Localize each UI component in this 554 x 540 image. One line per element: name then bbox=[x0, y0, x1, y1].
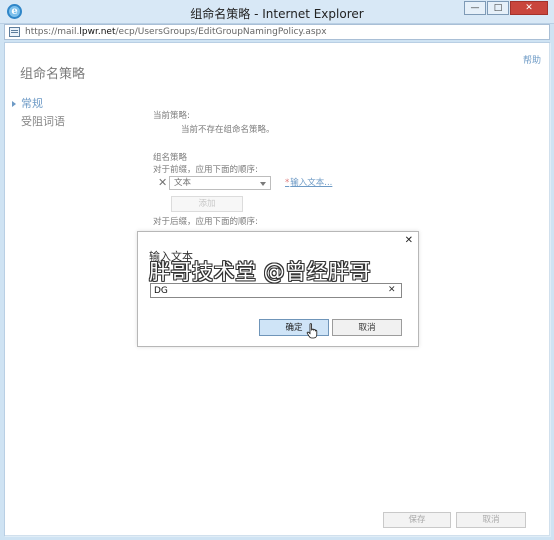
close-window-button[interactable]: ✕ bbox=[510, 1, 548, 15]
address-bar[interactable]: https://mail.lpwr.net/ecp/UsersGroups/Ed… bbox=[4, 24, 550, 40]
enter-text-dialog: ✕ 输入文本 ✕ 确定 取消 bbox=[137, 231, 419, 347]
window-controls: — □ ✕ bbox=[463, 1, 548, 15]
url-domain: lpwr.net bbox=[79, 27, 116, 37]
clear-input-icon[interactable]: ✕ bbox=[388, 285, 396, 295]
save-button[interactable]: 保存 bbox=[383, 512, 451, 528]
url-prefix: https://mail. bbox=[25, 27, 80, 37]
url-path: /ecp/UsersGroups/EditGroupNamingPolicy.a… bbox=[115, 27, 327, 37]
page-content: 帮助 组命名策略 常规 受阻词语 当前策略: 当前不存在组命名策略。 组名策略 … bbox=[4, 42, 551, 537]
hand-cursor-icon bbox=[306, 323, 318, 339]
page-cancel-button[interactable]: 取消 bbox=[456, 512, 526, 528]
watermark-text: 胖哥技术堂 @曾经胖哥 bbox=[149, 260, 372, 284]
ok-button[interactable]: 确定 bbox=[259, 319, 329, 336]
window-title-bar: e 组命名策略 - Internet Explorer — □ ✕ bbox=[0, 0, 554, 24]
address-url[interactable]: https://mail.lpwr.net/ecp/UsersGroups/Ed… bbox=[25, 27, 327, 37]
dialog-cancel-button[interactable]: 取消 bbox=[332, 319, 402, 336]
minimize-button[interactable]: — bbox=[464, 1, 486, 15]
dialog-close-icon[interactable]: ✕ bbox=[405, 235, 413, 246]
maximize-button[interactable]: □ bbox=[487, 1, 509, 15]
page-icon bbox=[9, 27, 20, 37]
